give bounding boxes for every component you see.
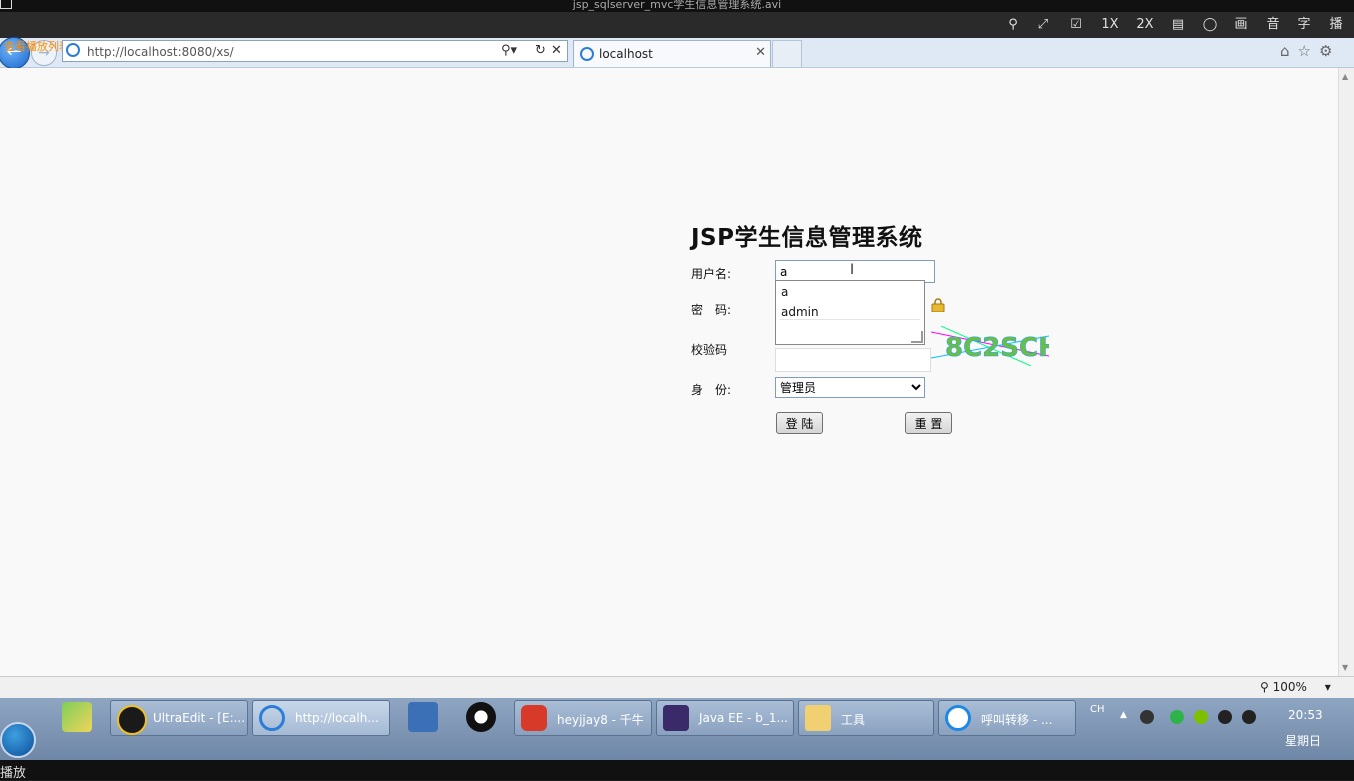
qianniu-icon [521, 705, 547, 731]
stop-icon[interactable]: ✕ [551, 41, 562, 61]
tray-expand-icon[interactable]: ▲ [1120, 710, 1134, 724]
ie-icon [580, 47, 594, 61]
play-button[interactable]: 播 [1324, 16, 1348, 34]
address-input[interactable] [85, 42, 499, 61]
autocomplete-option-a[interactable]: a [781, 285, 788, 299]
scroll-down-icon[interactable]: ▼ [1342, 663, 1348, 672]
taskbar-item-label: 工具 [841, 713, 866, 727]
divider [780, 319, 920, 320]
autocomplete-option-admin[interactable]: admin [781, 305, 819, 319]
taskbar-item-call[interactable]: 呼叫转移 - ... [938, 700, 1076, 736]
folder-icon [805, 705, 831, 731]
taskbar-item-label: UltraEdit - [E:... [153, 711, 246, 725]
taskbar-item-ie[interactable]: http://localh... [252, 700, 390, 736]
search-icon[interactable]: ⚲▾ [501, 41, 517, 61]
captcha-input[interactable] [775, 348, 931, 372]
desktop-pin-icon[interactable] [62, 702, 92, 732]
home-icon[interactable]: ⌂ [1280, 42, 1290, 60]
taskbar-item-javaee[interactable]: Java EE - b_1... [656, 700, 794, 736]
taskbar-item-folder[interactable]: 工具 [798, 700, 934, 736]
captcha-label: 校验码 [691, 343, 728, 357]
lock-icon [931, 298, 945, 312]
login-button[interactable]: 登 陆 [776, 412, 823, 434]
browser-toolbar-icons: ⌂ ☆ ⚙ [1280, 42, 1340, 60]
text-cursor-icon: I [850, 262, 855, 278]
taskbar-item-label: http://localh... [295, 711, 379, 725]
vertical-scrollbar[interactable]: ▲ ▼ [1338, 68, 1354, 676]
resize-grip-icon[interactable] [911, 331, 923, 343]
system-tray: CH ▲ 20:53 星期日 [1088, 698, 1354, 760]
autocomplete-dropdown: a admin [775, 280, 925, 345]
playlist-overlay[interactable]: 查看播放列表 [4, 38, 70, 54]
language-indicator[interactable]: CH [1090, 704, 1105, 715]
page-title: JSP学生信息管理系统 [691, 225, 923, 251]
captcha-text: 8C2SCH [945, 333, 1049, 363]
pin-icon[interactable]: ⚲ [1001, 16, 1025, 34]
new-tab-button[interactable] [772, 40, 802, 67]
player-status-strip: 播放 [0, 760, 1354, 781]
picture-button[interactable]: 画 [1229, 16, 1253, 34]
start-button[interactable] [0, 722, 36, 758]
ie-icon [66, 43, 80, 57]
status-bar: ⚲ 100% ▾ [0, 676, 1354, 699]
favorites-star-icon[interactable]: ☆ [1298, 42, 1311, 60]
reset-button[interactable]: 重 置 [905, 412, 952, 434]
qq-tray-icon-2[interactable] [1242, 710, 1256, 724]
qq-tray-icon[interactable] [1218, 710, 1232, 724]
taskbar-item-qianniu[interactable]: heyjjay8 - 千牛 [514, 700, 652, 736]
zoom-dropdown-icon[interactable]: ▾ [1325, 680, 1331, 694]
player-title: jsp_sqlserver_mvc学生信息管理系统.avi [572, 0, 782, 11]
taskbar-item-label: 呼叫转移 - ... [981, 713, 1053, 727]
checkbox-icon[interactable]: ☑ [1064, 16, 1088, 34]
clock-day[interactable]: 星期日 [1285, 732, 1321, 749]
captcha-image[interactable]: 8C2SCH [930, 325, 1060, 367]
role-label: 身 份: [691, 383, 732, 397]
tray-plus-icon[interactable] [1194, 710, 1208, 724]
remote-desktop-icon[interactable] [408, 702, 438, 732]
tab-localhost[interactable]: localhost ✕ [573, 40, 771, 67]
tab-title: localhost [599, 47, 653, 61]
window-icon [0, 0, 12, 9]
speed-2x-button[interactable]: 2X [1133, 16, 1157, 34]
taskbar-item-label: heyjjay8 - 千牛 [557, 713, 644, 727]
layout-icon[interactable]: ▤ [1166, 16, 1190, 34]
gear-icon[interactable]: ⚙ [1319, 42, 1332, 60]
zoom-icon: ⚲ [1260, 680, 1269, 694]
password-label: 密 码: [691, 303, 732, 317]
speed-1x-button[interactable]: 1X [1098, 16, 1122, 34]
zoom-level: 100% [1272, 680, 1307, 694]
zoom-control[interactable]: ⚲ 100% ▾ [1260, 680, 1331, 694]
ie-icon [259, 705, 285, 731]
qq-icon[interactable] [466, 702, 496, 732]
bulb-icon[interactable]: ◯ [1198, 16, 1222, 34]
eclipse-icon [663, 705, 689, 731]
taskbar-item-ultraedit[interactable]: UltraEdit - [E:... [110, 700, 248, 736]
browser-chrome: ← → 查看播放列表 ⚲▾ ↻ ✕ localhost ✕ ⌂☆⚙ [0, 37, 1354, 69]
scroll-up-icon[interactable]: ▲ [1342, 72, 1348, 81]
page-content: JSP学生信息管理系统 用户名: I 密 码: a admin 校验码 8C2S… [0, 68, 1338, 676]
k-app-icon [945, 705, 971, 731]
network-icon[interactable] [1140, 710, 1154, 724]
role-select[interactable]: 管理员 [775, 377, 925, 398]
taskbar-item-label: Java EE - b_1... [699, 711, 788, 725]
player-toolbar: ⚲ ⤢ ☑ 1X 2X ▤ ◯ 画 音 字 播 [0, 12, 1354, 38]
player-title-bar: jsp_sqlserver_mvc学生信息管理系统.avi [0, 0, 1354, 12]
audio-button[interactable]: 音 [1261, 16, 1285, 34]
clock-time[interactable]: 20:53 [1288, 708, 1323, 722]
close-tab-icon[interactable]: ✕ [755, 45, 766, 60]
refresh-icon[interactable]: ↻ [535, 41, 546, 61]
username-label: 用户名: [691, 267, 732, 281]
play-status-text: 播放 [0, 766, 27, 781]
subtitle-button[interactable]: 字 [1292, 16, 1316, 34]
fullscreen-icon[interactable]: ⤢ [1031, 16, 1055, 34]
ultraedit-icon [117, 705, 147, 735]
taskbar: UltraEdit - [E:... http://localh... heyj… [0, 698, 1354, 760]
address-bar[interactable]: ⚲▾ ↻ ✕ [62, 40, 568, 62]
security-shield-icon[interactable] [1170, 710, 1184, 724]
